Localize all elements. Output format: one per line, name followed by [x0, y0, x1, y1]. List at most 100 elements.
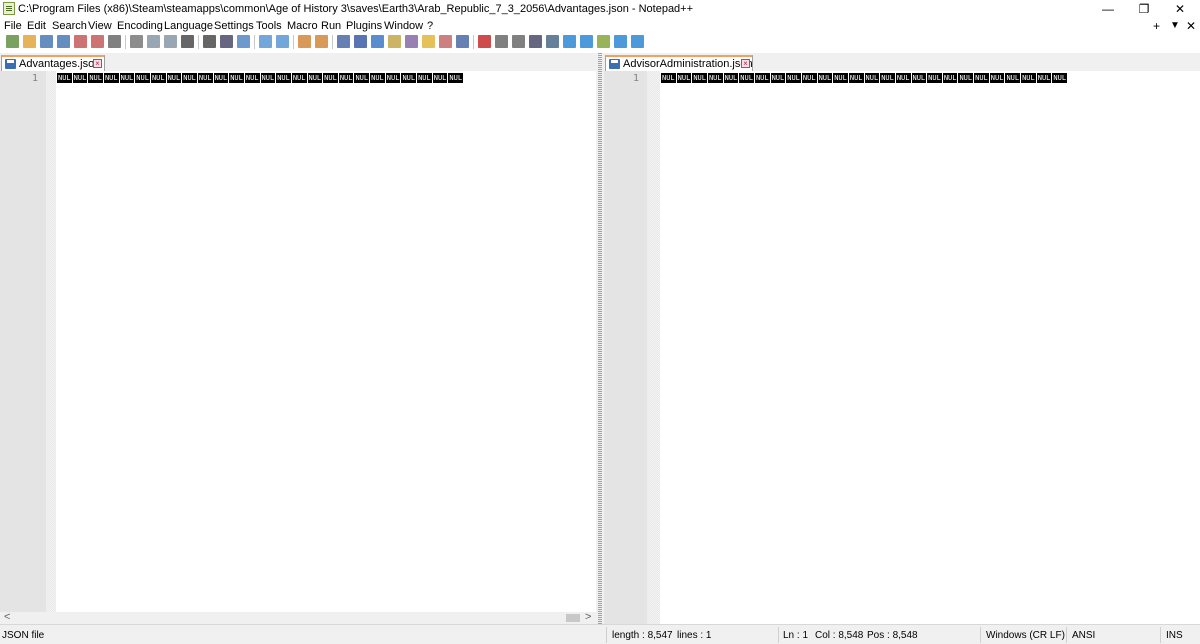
doc-map-icon[interactable]	[388, 35, 401, 48]
menu-search[interactable]: Search	[52, 20, 87, 32]
save-macro-icon[interactable]	[546, 35, 559, 48]
play-macro-icon[interactable]	[512, 35, 525, 48]
nul-control-char: NUL	[385, 73, 401, 83]
menu-language[interactable]: Language	[164, 20, 213, 32]
code-line[interactable]: NUL NUL NUL NUL NUL NUL NUL NUL NUL NUL NUL NUL NUL N…	[57, 73, 594, 84]
scroll-thumb[interactable]	[566, 614, 580, 622]
nul-control-char: NUL	[817, 73, 833, 83]
nul-control-char: NUL	[692, 73, 707, 83]
scroll-left-arrow[interactable]: <	[4, 611, 10, 623]
right-editor[interactable]: 1 NUL NUL NUL NUL NUL NUL NUL NUL NUL NUL NUL NUL NU…	[604, 71, 1200, 624]
nul-control-char: NUL	[786, 73, 801, 83]
stop-macro-icon[interactable]	[495, 35, 508, 48]
folder-workspace-icon[interactable]	[422, 35, 435, 48]
tab-close-icon[interactable]: ×	[93, 59, 102, 68]
show-all-chars-icon[interactable]	[354, 35, 367, 48]
menu-run[interactable]: Run	[321, 20, 341, 32]
word-wrap-icon[interactable]	[337, 35, 350, 48]
nul-control-char: NUL	[401, 73, 417, 83]
menu-plugins[interactable]: Plugins	[346, 20, 382, 32]
nul-control-char: NUL	[354, 73, 370, 83]
monitoring-icon[interactable]	[456, 35, 469, 48]
replace-icon[interactable]	[237, 35, 250, 48]
nul-control-char: NUL	[338, 73, 354, 83]
cut-icon[interactable]	[130, 35, 143, 48]
toolbar-separator	[332, 35, 333, 49]
right-arrow-icon[interactable]	[614, 35, 627, 48]
notepad-plus-plus-icon	[3, 2, 15, 15]
function-list-icon[interactable]	[405, 35, 418, 48]
redo-icon[interactable]	[203, 35, 216, 48]
nul-control-char: NUL	[370, 73, 385, 83]
status-separator	[1160, 627, 1161, 643]
find-icon[interactable]	[220, 35, 233, 48]
toolbar-separator	[125, 35, 126, 49]
nul-control-char: NUL	[88, 73, 103, 83]
fold-margin[interactable]	[647, 71, 660, 624]
tab-advisoradministration-json[interactable]: AdvisorAdministration.json ×	[605, 55, 753, 71]
copy-icon[interactable]	[147, 35, 160, 48]
menu-encoding[interactable]: Encoding	[117, 20, 163, 32]
left-arrow-icon[interactable]	[580, 35, 593, 48]
line-number: 1	[632, 73, 639, 84]
window-title: C:\Program Files (x86)\Steam\steamapps\c…	[18, 3, 694, 15]
nul-control-char: NUL	[1005, 73, 1021, 83]
minimize-button[interactable]: —	[1090, 0, 1126, 18]
print-icon[interactable]	[108, 35, 121, 48]
menu-view[interactable]: View	[88, 20, 112, 32]
menu-file[interactable]: File	[4, 20, 22, 32]
close-window-button[interactable]: ✕	[1162, 0, 1198, 18]
fold-margin[interactable]	[46, 71, 56, 612]
save-icon[interactable]	[40, 35, 53, 48]
tab-advantages-json[interactable]: Advantages.json ×	[1, 55, 105, 71]
left-editor[interactable]: 1 NUL NUL NUL NUL NUL NUL NUL NUL NUL NUL NUL NUL NU…	[0, 71, 596, 612]
up-arrow-icon[interactable]	[563, 35, 576, 48]
undo-icon[interactable]	[181, 35, 194, 48]
nul-control-char: NUL	[244, 73, 260, 83]
scroll-right-arrow[interactable]: >	[585, 611, 591, 623]
menu-window[interactable]: Window	[384, 20, 423, 32]
record-macro-icon[interactable]	[478, 35, 491, 48]
close-document-button[interactable]: ✕	[1186, 19, 1196, 33]
nul-control-char: NUL	[307, 73, 323, 83]
run-macro-multiple-icon[interactable]	[529, 35, 542, 48]
left-horizontal-scrollbar[interactable]: < >	[0, 611, 596, 624]
menu-settings[interactable]: Settings	[214, 20, 254, 32]
open-file-icon[interactable]	[23, 35, 36, 48]
down-arrow-icon[interactable]	[631, 35, 644, 48]
close-all-icon[interactable]	[91, 35, 104, 48]
nul-control-char: NUL	[848, 73, 864, 83]
tab-close-icon[interactable]: ×	[741, 59, 750, 68]
sync-horizontal-icon[interactable]	[315, 35, 328, 48]
zoom-out-icon[interactable]	[276, 35, 289, 48]
status-insert-mode: INS	[1166, 630, 1183, 641]
menu-tools[interactable]: Tools	[256, 20, 282, 32]
menu-edit[interactable]: Edit	[27, 20, 46, 32]
nul-control-char: NUL	[260, 73, 276, 83]
bookmark-icon[interactable]	[597, 35, 610, 48]
nul-control-char: NUL	[707, 73, 723, 83]
close-icon[interactable]	[74, 35, 87, 48]
zoom-in-icon[interactable]	[259, 35, 272, 48]
nul-control-char: NUL	[417, 73, 432, 83]
paste-icon[interactable]	[164, 35, 177, 48]
nul-control-char: NUL	[197, 73, 213, 83]
maximize-button[interactable]: ❐	[1126, 0, 1162, 18]
code-line[interactable]: NUL NUL NUL NUL NUL NUL NUL NUL NUL NUL NUL NUL NUL N…	[661, 73, 1198, 84]
sync-vertical-icon[interactable]	[298, 35, 311, 48]
status-separator	[980, 627, 981, 643]
doc-list-icon[interactable]	[439, 35, 452, 48]
menu-macro[interactable]: Macro	[287, 20, 318, 32]
new-tab-button[interactable]: +	[1153, 19, 1160, 33]
save-all-icon[interactable]	[57, 35, 70, 48]
menu-help[interactable]: ?	[427, 20, 433, 32]
nul-control-char: NUL	[723, 73, 739, 83]
line-number-margin: 1	[604, 71, 647, 624]
tab-list-dropdown[interactable]: ▼	[1170, 20, 1180, 31]
new-file-icon[interactable]	[6, 35, 19, 48]
nul-control-char: NUL	[166, 73, 182, 83]
splitter-grip[interactable]	[598, 53, 602, 624]
status-eol: Windows (CR LF)	[986, 630, 1065, 641]
indent-guide-icon[interactable]	[371, 35, 384, 48]
view-splitter[interactable]	[596, 53, 604, 624]
